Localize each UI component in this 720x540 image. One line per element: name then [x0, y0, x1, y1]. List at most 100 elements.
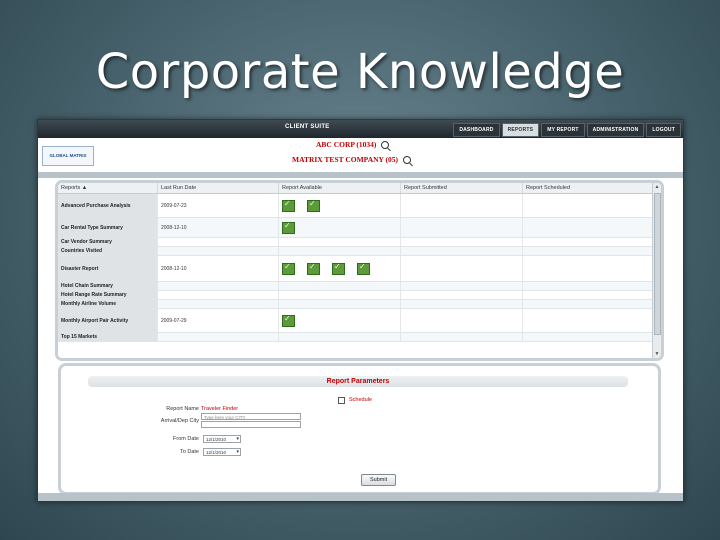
- arrival-city-input-2[interactable]: [201, 421, 301, 428]
- company-primary-label: ABC CORP (1034): [316, 140, 377, 149]
- bottom-band: [38, 493, 683, 501]
- report-scheduled-cell: [523, 218, 653, 237]
- reports-grid: Reports ▲ Last Run Date Report Available…: [55, 180, 664, 361]
- report-submitted-cell: [401, 291, 523, 299]
- main-nav: DASHBOARD REPORTS MY REPORT ADMINISTRATI…: [453, 123, 681, 137]
- column-header-scheduled[interactable]: Report Scheduled: [523, 183, 653, 193]
- report-available-cell: [279, 309, 401, 332]
- report-name[interactable]: Hotel Range Rate Summary: [58, 291, 158, 299]
- report-name[interactable]: Disaster Report: [58, 256, 158, 281]
- report-available-cell: [279, 333, 401, 341]
- report-available-cell: [279, 300, 401, 308]
- report-available-cell: [279, 238, 401, 246]
- excel-file-icon[interactable]: [282, 221, 295, 234]
- report-name-value: Traveler Finder: [201, 406, 239, 412]
- scroll-down-icon[interactable]: ▼: [653, 350, 661, 358]
- column-header-submitted[interactable]: Report Submitted: [401, 183, 523, 193]
- table-row[interactable]: Top 15 Markets: [58, 333, 661, 342]
- report-available-cell: [279, 247, 401, 255]
- report-name[interactable]: Car Vendor Summary: [58, 238, 158, 246]
- table-row[interactable]: Monthly Airline Volume: [58, 300, 661, 309]
- report-available-cell: [279, 256, 401, 281]
- report-submitted-cell: [401, 218, 523, 237]
- report-available-cell: [279, 282, 401, 290]
- nav-my-report[interactable]: MY REPORT: [541, 123, 585, 137]
- report-submitted-cell: [401, 194, 523, 217]
- suite-label: CLIENT SUITE: [285, 124, 330, 130]
- to-date-select[interactable]: 12/1/2010: [203, 448, 241, 456]
- report-submitted-cell: [401, 309, 523, 332]
- to-date-label: To Date: [180, 449, 199, 455]
- report-parameters-panel: Report Parameters Schedule Report Name T…: [58, 363, 661, 495]
- company-logo: GLOBAL MATRIX: [42, 146, 94, 166]
- report-name[interactable]: Car Rental Type Summary: [58, 218, 158, 237]
- report-name[interactable]: Monthly Airport Pair Activity: [58, 309, 158, 332]
- from-date-label: From Date: [173, 436, 199, 442]
- search-icon[interactable]: [402, 156, 411, 165]
- table-row[interactable]: Disaster Report 2008-12-10: [58, 256, 661, 282]
- report-submitted-cell: [401, 256, 523, 281]
- parameters-title: Report Parameters: [88, 376, 628, 387]
- nav-dashboard[interactable]: DASHBOARD: [453, 123, 500, 137]
- excel-file-icon[interactable]: [282, 262, 295, 275]
- report-scheduled-cell: [523, 291, 653, 299]
- scroll-up-icon[interactable]: ▲: [653, 183, 661, 191]
- report-name[interactable]: Top 15 Markets: [58, 333, 158, 341]
- report-scheduled-cell: [523, 333, 653, 341]
- last-run-date: [158, 291, 279, 299]
- nav-logout[interactable]: LOGOUT: [646, 123, 681, 137]
- last-run-date: 2008-12-10: [158, 218, 279, 237]
- submit-button[interactable]: Submit: [361, 474, 397, 486]
- report-name[interactable]: Hotel Chain Summary: [58, 282, 158, 290]
- excel-file-icon[interactable]: [357, 262, 370, 275]
- report-scheduled-cell: [523, 300, 653, 308]
- report-name-label: Report Name: [166, 406, 199, 412]
- company-secondary[interactable]: MATRIX TEST COMPANY (05): [292, 155, 411, 165]
- search-icon[interactable]: [381, 141, 390, 150]
- table-row[interactable]: Monthly Airport Pair Activity 2009-07-29: [58, 309, 661, 333]
- report-submitted-cell: [401, 238, 523, 246]
- report-name[interactable]: Advanced Purchase Analysis: [58, 194, 158, 217]
- arrival-city-input[interactable]: Type here your CITY: [201, 413, 301, 420]
- report-available-cell: [279, 194, 401, 217]
- top-bar: CLIENT SUITE DASHBOARD REPORTS MY REPORT…: [38, 120, 683, 138]
- excel-file-icon[interactable]: [332, 262, 345, 275]
- last-run-date: 2009-07-29: [158, 309, 279, 332]
- schedule-checkbox[interactable]: [338, 397, 345, 404]
- scroll-thumb[interactable]: [654, 193, 661, 335]
- excel-file-icon[interactable]: [307, 199, 320, 212]
- column-header-reports[interactable]: Reports ▲: [58, 183, 158, 193]
- grid-header: Reports ▲ Last Run Date Report Available…: [58, 183, 661, 194]
- company-primary[interactable]: ABC CORP (1034): [316, 140, 390, 150]
- excel-file-icon[interactable]: [282, 199, 295, 212]
- excel-file-icon[interactable]: [282, 314, 295, 327]
- table-row[interactable]: Countries Visited: [58, 247, 661, 256]
- report-scheduled-cell: [523, 194, 653, 217]
- nav-reports[interactable]: REPORTS: [501, 123, 540, 137]
- table-row[interactable]: Hotel Chain Summary: [58, 282, 661, 291]
- report-name[interactable]: Countries Visited: [58, 247, 158, 255]
- nav-administration[interactable]: ADMINISTRATION: [586, 123, 645, 137]
- column-header-available[interactable]: Report Available: [279, 183, 401, 193]
- column-header-last-run[interactable]: Last Run Date: [158, 183, 279, 193]
- report-submitted-cell: [401, 333, 523, 341]
- table-row[interactable]: Advanced Purchase Analysis 2009-07-23: [58, 194, 661, 218]
- slide-title: Corporate Knowledge: [95, 44, 625, 100]
- report-available-cell: [279, 291, 401, 299]
- report-name[interactable]: Monthly Airline Volume: [58, 300, 158, 308]
- arrival-city-label: Arrival/Dep City: [160, 418, 199, 424]
- report-submitted-cell: [401, 247, 523, 255]
- table-row[interactable]: Car Rental Type Summary 2008-12-10: [58, 218, 661, 238]
- report-scheduled-cell: [523, 256, 653, 281]
- table-row[interactable]: Car Vendor Summary: [58, 238, 661, 247]
- report-scheduled-cell: [523, 247, 653, 255]
- excel-file-icon[interactable]: [307, 262, 320, 275]
- last-run-date: 2009-07-23: [158, 194, 279, 217]
- grid-scrollbar[interactable]: ▲ ▼: [652, 183, 661, 358]
- report-available-cell: [279, 218, 401, 237]
- from-date-select[interactable]: 12/1/2010: [203, 435, 241, 443]
- table-row[interactable]: Hotel Range Rate Summary: [58, 291, 661, 300]
- divider-band: [38, 172, 683, 178]
- company-secondary-label: MATRIX TEST COMPANY (05): [292, 155, 399, 164]
- last-run-date: 2008-12-10: [158, 256, 279, 281]
